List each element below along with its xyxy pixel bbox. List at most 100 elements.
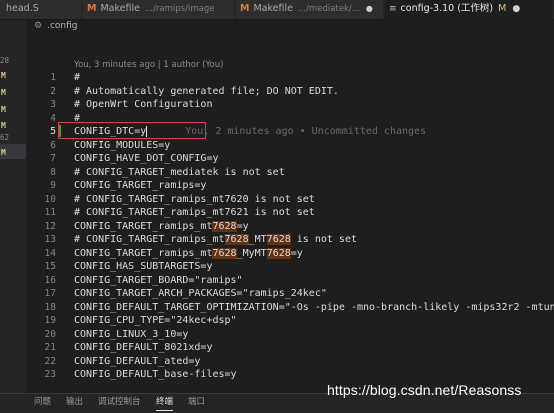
line-text[interactable]: # CONFIG_TARGET_ramips_mt7621 is not set [74, 206, 315, 220]
code-line[interactable]: 12 CONFIG_TARGET_ramips_mt7628=y [0, 220, 554, 234]
tab-label: Makefile [253, 3, 293, 14]
code-token: CONFIG_DEFAULT_ated=y [74, 355, 201, 367]
tab-head-s[interactable]: head.S [0, 0, 82, 19]
code-token: CONFIG_HAVE_DOT_CONFIG=y [74, 153, 219, 164]
code-token: CONFIG_DEFAULT_TARGET_OPTIMIZATION="-Os … [74, 301, 554, 313]
code-line[interactable]: 7 CONFIG_HAVE_DOT_CONFIG=y [0, 152, 554, 166]
line-number: 23 [44, 369, 56, 380]
search-highlight: 7628 [212, 247, 237, 259]
line-text[interactable]: CONFIG_TARGET_ARCH_PACKAGES="ramips_24ke… [74, 287, 327, 301]
code-token: CONFIG_TARGET_ramips_mt [74, 247, 213, 259]
code-token: CONFIG_LINUX_3_10=y [74, 328, 189, 340]
makefile-m-icon: M [87, 3, 97, 14]
code-line[interactable]: 23 CONFIG_DEFAULT_base-files=y [0, 368, 554, 382]
line-text[interactable]: CONFIG_DEFAULT_8021xd=y [74, 341, 212, 355]
line-number: 15 [44, 261, 56, 272]
line-number: 2 [50, 85, 56, 97]
line-text[interactable]: # [74, 71, 80, 85]
tab-label: config-3.10 (工作树) [400, 3, 494, 14]
line-number: 17 [44, 288, 56, 299]
code-line[interactable]: 11 # CONFIG_TARGET_ramips_mt7621 is not s… [0, 206, 554, 220]
line-number: 13 [44, 234, 56, 245]
code-token: =y [236, 220, 249, 232]
code-line[interactable]: 22 CONFIG_DEFAULT_ated=y [0, 355, 554, 369]
code-line[interactable]: 20 CONFIG_LINUX_3_10=y [0, 328, 554, 342]
code-line[interactable]: 19 CONFIG_CPU_TYPE="24kec+dsp" [0, 314, 554, 328]
code-token: =y [290, 247, 303, 259]
close-icon[interactable]: ● [512, 4, 520, 14]
line-text[interactable]: # CONFIG_TARGET_ramips_mt7620 is not set [74, 193, 315, 207]
panel-tab-ports[interactable]: 端口 [188, 394, 205, 410]
line-number: 4 [50, 112, 56, 124]
line-text[interactable]: CONFIG_TARGET_ramips_mt7628_MyMT7628=y [74, 247, 303, 261]
code-token: CONFIG_HAS_SUBTARGETS=y [74, 261, 213, 272]
code-line[interactable]: 9 CONFIG_TARGET_ramips=y [0, 179, 554, 193]
code-line[interactable]: 18 CONFIG_DEFAULT_TARGET_OPTIMIZATION="-O… [0, 301, 554, 315]
line-text[interactable]: CONFIG_CPU_TYPE="24kec+dsp" [74, 314, 237, 328]
line-number: 21 [44, 342, 56, 353]
modified-status: M [498, 3, 507, 14]
line-number: 5 [50, 126, 56, 137]
code-line[interactable]: 10 # CONFIG_TARGET_ramips_mt7620 is not s… [0, 193, 554, 207]
code-line[interactable]: 3 # OpenWrt Configuration [0, 98, 554, 112]
line-text[interactable]: CONFIG_TARGET_BOARD="ramips" [74, 274, 243, 288]
line-text[interactable]: # Automatically generated file; DO NOT E… [74, 85, 339, 99]
panel-tab-output[interactable]: 输出 [66, 394, 83, 410]
line-number: 19 [44, 315, 56, 326]
watermark-text: https://blog.csdn.net/Reasonss [327, 382, 522, 398]
code-token: # [74, 72, 81, 83]
gear-icon: ⚙ [34, 21, 43, 31]
git-codelens[interactable]: You, 3 minutes ago | 1 author (You) [74, 60, 223, 70]
tab-path: .../mediatek/... [297, 4, 360, 14]
code-line[interactable]: 16 CONFIG_TARGET_BOARD="ramips" [0, 274, 554, 288]
line-number: 7 [50, 153, 56, 164]
line-number: 1 [50, 72, 56, 83]
search-highlight: 7628 [266, 234, 291, 245]
code-line[interactable]: 17 CONFIG_TARGET_ARCH_PACKAGES="ramips_24… [0, 287, 554, 301]
line-number: 6 [50, 139, 56, 151]
tab-makefile-image[interactable]: M Makefile .../ramips/image [83, 0, 235, 19]
code-line[interactable]: 13 # CONFIG_TARGET_ramips_mt7628_MT7628 i… [0, 233, 554, 247]
line-text[interactable]: CONFIG_HAS_SUBTARGETS=y [74, 260, 212, 274]
tab-config-3-10[interactable]: ≡ config-3.10 (工作树) M ● [385, 0, 554, 19]
code-line[interactable]: 6 CONFIG_MODULES=y [0, 139, 554, 153]
code-line[interactable]: 15 CONFIG_HAS_SUBTARGETS=y [0, 260, 554, 274]
code-line[interactable]: 21 CONFIG_DEFAULT_8021xd=y [0, 341, 554, 355]
tab-label: Makefile [100, 3, 140, 14]
code-token: # OpenWrt Configuration [74, 99, 213, 110]
code-line[interactable]: 8 # CONFIG_TARGET_mediatek is not set [0, 166, 554, 180]
line-text[interactable]: # CONFIG_TARGET_mediatek is not set [74, 166, 285, 180]
editor-tab-bar: head.S M Makefile .../ramips/image M Makefi… [0, 0, 554, 20]
code-line[interactable]: 2 # Automatically generated file; DO NOT … [0, 85, 554, 99]
breadcrumb-file[interactable]: .config [47, 21, 77, 31]
code-token: CONFIG_TARGET_ARCH_PACKAGES="ramips_24ke… [74, 288, 327, 299]
code-token: # CONFIG_TARGET_ramips_mt7621 is not set [74, 207, 315, 218]
close-icon[interactable]: ● [366, 4, 373, 13]
panel-tab-problems[interactable]: 问题 [34, 394, 51, 410]
git-blame-annotation: You, 2 minutes ago • Uncommitted changes [185, 126, 427, 137]
line-text[interactable]: CONFIG_HAVE_DOT_CONFIG=y [74, 152, 219, 166]
panel-tab-terminal[interactable]: 终端 [156, 394, 174, 411]
line-text[interactable]: CONFIG_DEFAULT_ated=y [74, 355, 200, 369]
line-number: 18 [44, 301, 56, 313]
line-text[interactable]: CONFIG_TARGET_ramips=y [74, 179, 206, 193]
line-text[interactable]: # OpenWrt Configuration [74, 98, 212, 112]
breadcrumb[interactable]: ⚙ .config [34, 21, 77, 35]
annotation-highlight-box [58, 122, 206, 139]
code-token: # CONFIG_TARGET_mediatek is not set [74, 166, 285, 178]
line-text[interactable]: CONFIG_LINUX_3_10=y [74, 328, 188, 342]
line-number: 20 [44, 328, 56, 340]
line-text[interactable]: CONFIG_DEFAULT_TARGET_OPTIMIZATION="-Os … [74, 301, 554, 315]
line-text[interactable]: CONFIG_MODULES=y [74, 139, 170, 153]
tab-makefile-mediatek[interactable]: M Makefile .../mediatek/... ● [236, 0, 384, 19]
code-line[interactable]: 14 CONFIG_TARGET_ramips_mt7628_MyMT7628=y [0, 247, 554, 261]
code-line[interactable]: 1 # [0, 71, 554, 85]
line-number: 10 [44, 193, 56, 205]
line-text[interactable]: CONFIG_TARGET_ramips_mt7628=y [74, 220, 249, 234]
tab-label: head.S [6, 3, 39, 14]
line-text[interactable]: # CONFIG_TARGET_ramips_mt7628_MT7628 is … [74, 233, 357, 247]
line-number: 9 [50, 180, 56, 191]
panel-tab-debug-console[interactable]: 调试控制台 [98, 394, 141, 410]
line-text[interactable]: CONFIG_DEFAULT_base-files=y [74, 368, 237, 382]
code-token: # CONFIG_TARGET_ramips_mt [74, 234, 225, 245]
